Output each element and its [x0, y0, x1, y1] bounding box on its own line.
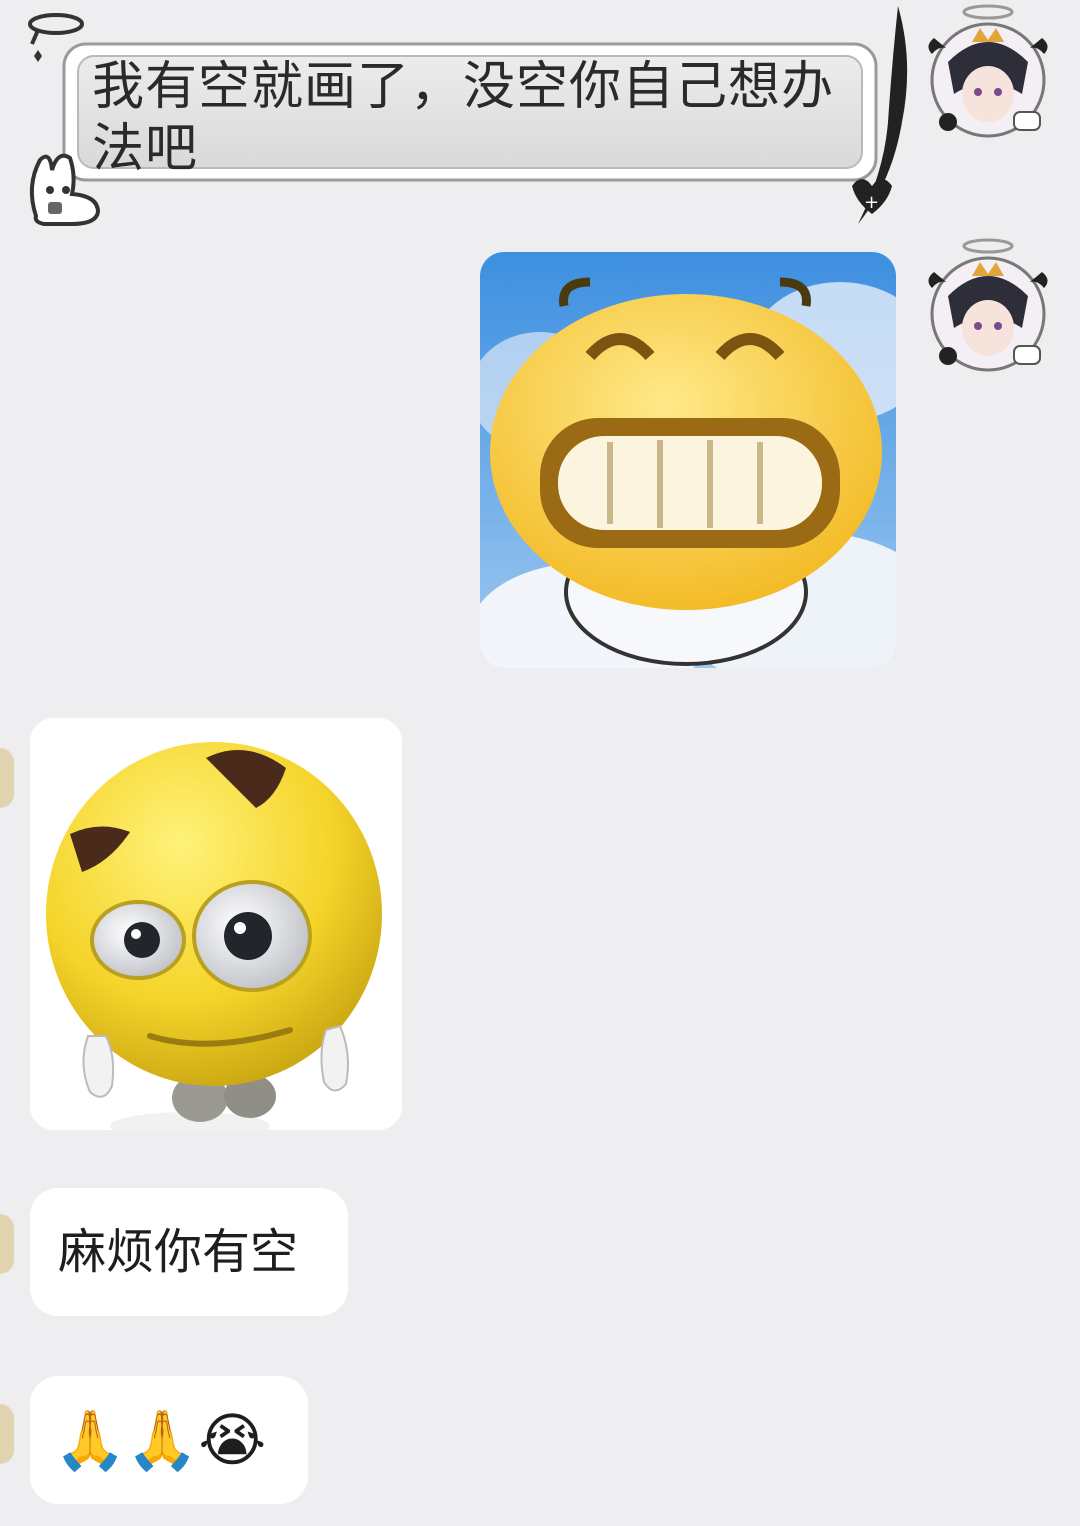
- message-text: 麻烦你有空: [58, 1224, 299, 1280]
- outgoing-message-bubble[interactable]: + 我有空就画了，没空你自己想办法吧: [28, 6, 908, 226]
- halo-icon: [28, 13, 84, 62]
- avatar-anime-character-icon: [928, 4, 1048, 138]
- incoming-message-bubble[interactable]: 🙏🙏😭: [30, 1376, 308, 1504]
- contact-avatar-edge[interactable]: [0, 1404, 14, 1464]
- grinning-yellow-face-sticker-icon: [480, 252, 896, 668]
- svg-text:+: +: [864, 192, 879, 213]
- sticker-message[interactable]: [480, 252, 896, 668]
- sticker-message[interactable]: [30, 718, 402, 1130]
- my-avatar[interactable]: [918, 2, 1058, 142]
- heart-ribbon-icon: +: [852, 6, 908, 224]
- incoming-message-bubble[interactable]: 麻烦你有空: [30, 1188, 348, 1316]
- contact-avatar-edge[interactable]: [0, 748, 14, 808]
- message-text: 我有空就画了，没空你自己想办法吧: [92, 57, 835, 179]
- avatar-anime-character-icon: [928, 238, 1048, 372]
- smirking-3d-yellow-face-sticker-icon: [30, 718, 402, 1130]
- my-avatar[interactable]: [918, 236, 1058, 376]
- message-emoji-text: 🙏🙏😭: [54, 1406, 267, 1474]
- contact-avatar-edge[interactable]: [0, 1214, 14, 1274]
